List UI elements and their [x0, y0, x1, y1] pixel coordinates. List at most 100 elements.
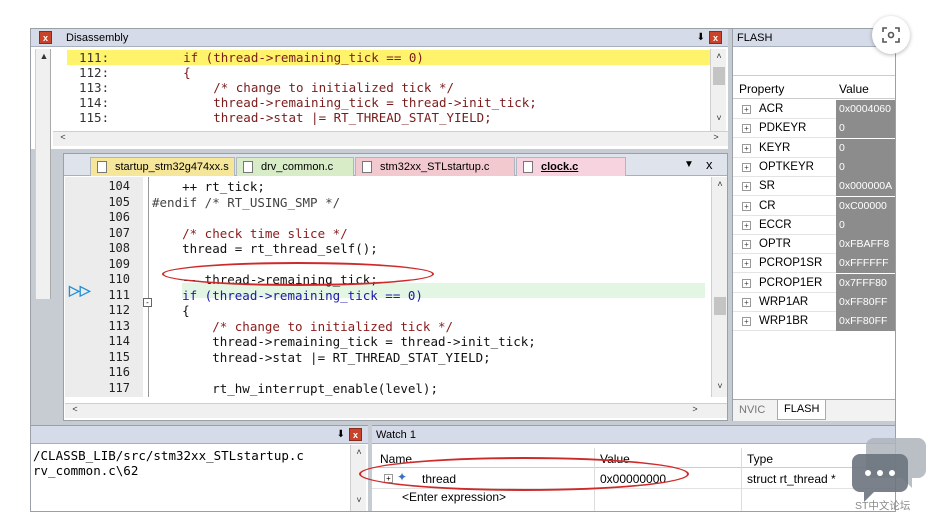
- tab-drv-common[interactable]: drv_common.c: [236, 157, 354, 176]
- register-row[interactable]: + ECCR 0: [733, 215, 895, 235]
- register-value[interactable]: 0x0004060: [836, 100, 895, 119]
- scroll-up-icon[interactable]: ˄: [712, 179, 728, 189]
- tab-nvic[interactable]: NVIC: [739, 404, 765, 416]
- disasm-code-line[interactable]: /* change to initialized tick */: [153, 80, 454, 95]
- code-line[interactable]: thread->stat |= RT_THREAD_STAT_YIELD;: [152, 350, 490, 365]
- scroll-left-icon[interactable]: <: [55, 132, 71, 142]
- expand-icon[interactable]: +: [742, 182, 751, 192]
- scroll-down-icon[interactable]: ˅: [711, 113, 727, 123]
- disassembly-hscroll[interactable]: < >: [53, 131, 728, 146]
- tab-list-icon[interactable]: ▼: [684, 159, 694, 170]
- register-row[interactable]: + WRP1BR 0xFF80FF: [733, 312, 895, 332]
- tab-label: stm32xx_STLstartup.c: [380, 161, 490, 173]
- line-number: 110: [108, 272, 130, 286]
- register-row[interactable]: + OPTR 0xFBAFF8: [733, 235, 895, 255]
- register-row[interactable]: + PCROP1ER 0x7FFF80: [733, 273, 895, 293]
- pin-icon[interactable]: ⬇: [337, 429, 345, 440]
- register-row[interactable]: + WRP1AR 0xFF80FF: [733, 293, 895, 312]
- register-row[interactable]: + ACR 0x0004060: [733, 100, 895, 119]
- expand-icon[interactable]: +: [742, 220, 751, 230]
- register-value[interactable]: 0x000000A: [836, 177, 895, 197]
- register-row[interactable]: + CR 0xC00000: [733, 196, 895, 216]
- flash-search-area[interactable]: [733, 48, 895, 76]
- disasm-code-line[interactable]: if (thread->remaining_tick == 0): [153, 50, 424, 65]
- register-row[interactable]: + KEYR 0: [733, 138, 895, 158]
- register-row[interactable]: + SR 0x000000A: [733, 177, 895, 197]
- disassembly-vscroll[interactable]: ˄ ˅: [710, 49, 726, 131]
- code-line[interactable]: thread = rt_thread_self();: [152, 241, 378, 256]
- editor-vscroll[interactable]: ˄ ˅: [711, 177, 727, 397]
- scroll-up-icon[interactable]: ˄: [351, 447, 367, 457]
- scan-icon[interactable]: [872, 16, 910, 54]
- disasm-code-line[interactable]: thread->stat |= RT_THREAD_STAT_YIELD;: [153, 110, 491, 125]
- code-line[interactable]: /* change to initialized tick */: [152, 319, 453, 334]
- register-value[interactable]: 0xFF80FF: [836, 312, 895, 332]
- register-value[interactable]: 0x7FFF80: [836, 273, 895, 293]
- expand-icon[interactable]: +: [742, 201, 751, 211]
- disasm-code-line[interactable]: {: [153, 65, 191, 80]
- code-line[interactable]: /* check time slice */: [152, 226, 348, 241]
- disassembly-panel: x Disassembly ⬇ x ▲ 111: if (thread->rem…: [31, 29, 728, 299]
- expand-icon[interactable]: +: [742, 105, 751, 114]
- code-line[interactable]: #endif /* RT_USING_SMP */: [152, 195, 340, 210]
- editor-close-icon[interactable]: x: [706, 157, 713, 172]
- register-name: KEYR: [759, 141, 791, 154]
- register-name: PDKEYR: [759, 122, 807, 135]
- scroll-down-icon[interactable]: ˅: [712, 381, 728, 391]
- register-value[interactable]: 0xFF80FF: [836, 293, 895, 312]
- expand-icon[interactable]: +: [742, 143, 751, 153]
- scroll-thumb[interactable]: [713, 67, 725, 85]
- expand-icon[interactable]: +: [742, 317, 751, 327]
- register-value[interactable]: 0: [836, 215, 895, 235]
- tab-startup[interactable]: startup_stm32g474xx.s: [90, 157, 235, 176]
- register-row[interactable]: + PDKEYR 0: [733, 119, 895, 139]
- fold-toggle-icon[interactable]: -: [143, 298, 152, 307]
- scroll-down-icon[interactable]: ˅: [351, 495, 367, 505]
- register-value[interactable]: 0xFBAFF8: [836, 235, 895, 255]
- editor-hscroll[interactable]: < >: [65, 403, 727, 418]
- callstack-line-1[interactable]: /CLASSB_LIB/src/stm32xx_STLstartup.c: [33, 448, 304, 463]
- scroll-right-icon[interactable]: >: [687, 404, 703, 414]
- register-name: CR: [759, 199, 776, 212]
- expand-icon[interactable]: +: [742, 240, 751, 250]
- scroll-up-icon[interactable]: ˄: [711, 51, 727, 61]
- code-line[interactable]: ++ rt_tick;: [152, 179, 265, 194]
- expand-icon[interactable]: +: [742, 298, 751, 307]
- line-number: 112: [108, 303, 130, 317]
- tab-clock[interactable]: clock.c: [516, 157, 626, 176]
- editor-tabs: startup_stm32g474xx.s drv_common.c stm32…: [64, 154, 727, 176]
- callstack-close-icon[interactable]: x: [349, 428, 362, 441]
- register-value[interactable]: 0xFFFFFF: [836, 254, 895, 274]
- code-line[interactable]: rt_hw_interrupt_enable(level);: [152, 381, 438, 396]
- scroll-right-icon[interactable]: >: [708, 132, 724, 142]
- expand-icon[interactable]: +: [742, 278, 751, 288]
- callstack-line-2[interactable]: rv_common.c\62: [33, 463, 138, 478]
- register-row[interactable]: + OPTKEYR 0: [733, 157, 895, 177]
- expand-icon[interactable]: +: [742, 259, 751, 269]
- expand-icon[interactable]: +: [742, 162, 751, 172]
- left-scrollbar[interactable]: ▲: [35, 49, 51, 299]
- register-value[interactable]: 0: [836, 157, 895, 177]
- callstack-vscroll[interactable]: ˄ ˅: [350, 445, 367, 511]
- disasm-code-line[interactable]: thread->remaining_tick = thread->init_ti…: [153, 95, 537, 110]
- tab-label: clock.c: [541, 161, 579, 173]
- tab-stl-startup[interactable]: stm32xx_STLstartup.c: [355, 157, 515, 176]
- register-value[interactable]: 0: [836, 119, 895, 139]
- register-row[interactable]: + PCROP1SR 0xFFFFFF: [733, 254, 895, 274]
- expand-icon[interactable]: +: [742, 124, 751, 134]
- pin-icon[interactable]: ⬇: [697, 32, 705, 43]
- register-value[interactable]: 0xC00000: [836, 196, 895, 216]
- scroll-up-icon[interactable]: ▲: [36, 51, 52, 61]
- scroll-thumb[interactable]: [714, 297, 726, 315]
- code-line[interactable]: {: [152, 303, 190, 318]
- enter-expression[interactable]: <Enter expression>: [402, 490, 506, 504]
- annotation-oval-watch: [359, 457, 689, 491]
- register-value[interactable]: 0: [836, 138, 895, 158]
- col-value: Value: [839, 82, 869, 96]
- code-line[interactable]: thread->remaining_tick = thread->init_ti…: [152, 334, 536, 349]
- scroll-left-icon[interactable]: <: [67, 404, 83, 414]
- disassembly-close-icon-right[interactable]: x: [709, 31, 722, 44]
- tab-flash[interactable]: FLASH: [777, 400, 827, 420]
- code-line[interactable]: if (thread->remaining_tick == 0): [152, 288, 423, 303]
- disassembly-close-icon[interactable]: x: [39, 31, 52, 44]
